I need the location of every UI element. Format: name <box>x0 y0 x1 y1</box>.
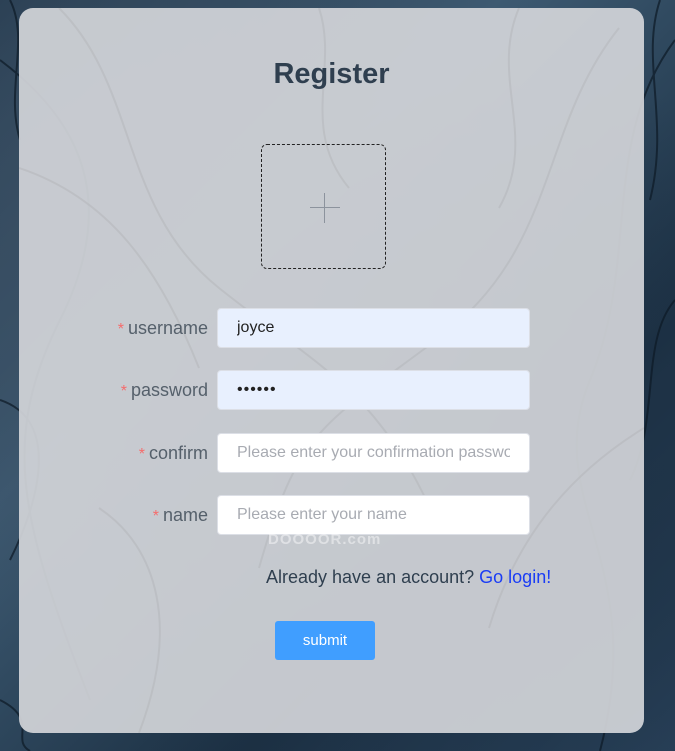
password-input[interactable] <box>217 370 530 410</box>
submit-button[interactable]: submit <box>275 621 375 660</box>
confirm-label: * confirm <box>139 433 208 473</box>
username-row: * username <box>19 308 644 348</box>
password-label-text: password <box>130 380 208 400</box>
plus-icon-vertical <box>324 193 325 223</box>
username-input[interactable] <box>217 308 530 348</box>
username-label: * username <box>118 308 208 348</box>
name-input[interactable] <box>217 495 530 535</box>
required-marker: * <box>138 446 145 463</box>
page-title: Register <box>19 58 644 91</box>
username-label-text: username <box>127 318 208 338</box>
confirm-label-text: confirm <box>148 443 208 463</box>
login-prompt-text: Already have an account? <box>266 567 475 587</box>
plus-icon <box>310 207 340 208</box>
required-marker: * <box>120 383 127 400</box>
login-prompt: Already have an account? Go login! <box>266 567 551 588</box>
register-card: Register *username *password *confirm *n… <box>19 8 644 733</box>
page-title-text: Register <box>273 58 390 90</box>
name-label: * name <box>153 495 208 535</box>
watermark: DOOOOR.com <box>268 531 382 548</box>
password-label: * password <box>121 370 208 410</box>
name-label-text: name <box>162 505 208 525</box>
avatar-upload[interactable] <box>261 144 386 269</box>
password-row: * password <box>19 370 644 410</box>
confirm-password-input[interactable] <box>217 433 530 473</box>
confirm-row: * confirm <box>19 433 644 473</box>
go-login-link[interactable]: Go login! <box>479 567 551 587</box>
name-row: * name <box>19 495 644 535</box>
required-marker: * <box>152 508 159 525</box>
required-marker: * <box>117 321 124 338</box>
